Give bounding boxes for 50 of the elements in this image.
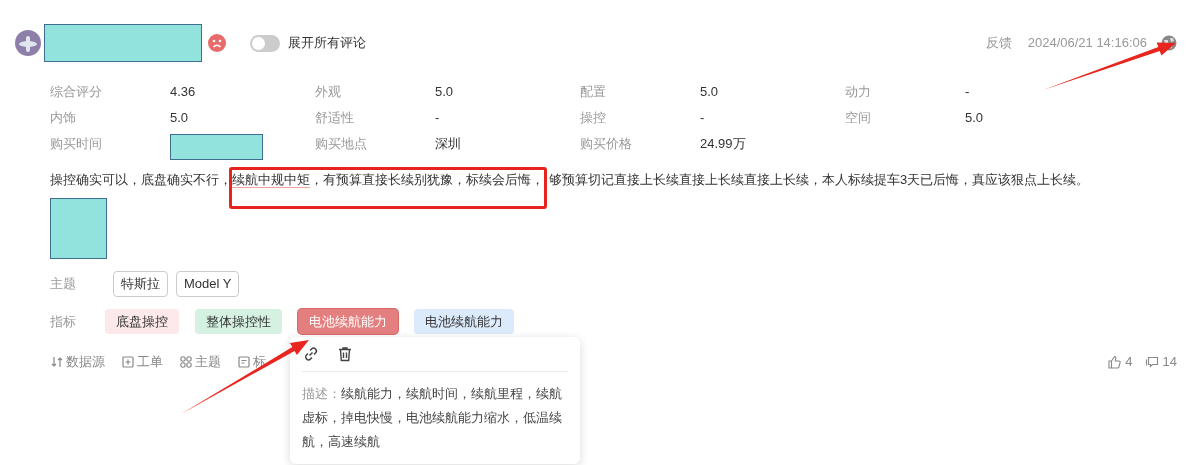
topic-tag[interactable]: Model Y bbox=[176, 271, 240, 297]
stat-label: 外观 bbox=[315, 83, 342, 101]
avatar-icon bbox=[15, 30, 41, 56]
trash-icon[interactable] bbox=[336, 345, 354, 363]
data-source-icon[interactable] bbox=[50, 354, 64, 369]
comment-icon[interactable] bbox=[1144, 354, 1159, 369]
row-label: 主题 bbox=[50, 275, 77, 293]
action-link[interactable]: 数据源 bbox=[66, 352, 105, 372]
thumbs-up-icon[interactable] bbox=[1107, 354, 1122, 369]
timestamp: 2024/06/21 14:16:06 bbox=[1027, 34, 1147, 53]
action-link[interactable]: 主题 bbox=[195, 352, 221, 372]
stat-label: 操控 bbox=[580, 109, 607, 127]
row-label: 指标 bbox=[50, 312, 77, 331]
like-count: 4 bbox=[1125, 353, 1133, 371]
sad-face-icon bbox=[208, 34, 226, 52]
stat-label: 空间 bbox=[845, 109, 872, 127]
stat-label: 舒适性 bbox=[315, 109, 355, 127]
stat-label: 购买价格 bbox=[580, 135, 633, 153]
stat-value: 5.0 bbox=[965, 109, 985, 127]
note-icon[interactable] bbox=[237, 354, 251, 369]
stat-label: 内饰 bbox=[50, 109, 77, 127]
indicator-tag[interactable]: 底盘操控 bbox=[105, 308, 179, 334]
action-link[interactable]: 工单 bbox=[137, 352, 163, 372]
stat-label: 配置 bbox=[580, 83, 607, 101]
toggle-label: 展开所有评论 bbox=[288, 34, 366, 53]
indicator-tag[interactable]: 整体操控性 bbox=[195, 308, 282, 334]
grid-icon[interactable] bbox=[179, 354, 193, 369]
stat-value: - bbox=[700, 109, 706, 127]
annotation-box: 续航中规中矩，有预算直接长续别犹豫，标续会后悔， bbox=[229, 167, 547, 209]
stat-value: 5.0 bbox=[435, 83, 455, 101]
stat-value: - bbox=[435, 109, 441, 127]
stat-label: 购买时间 bbox=[50, 135, 103, 153]
comment-count: 14 bbox=[1162, 353, 1177, 371]
indicator-tag[interactable]: 电池续航能力 bbox=[414, 308, 514, 334]
stat-value: 24.99万 bbox=[700, 135, 747, 153]
topic-tag[interactable]: 特斯拉 bbox=[113, 271, 168, 297]
toggle-switch[interactable] bbox=[250, 34, 280, 52]
indicator-tag[interactable]: 电池续航能力 bbox=[298, 308, 398, 334]
description-text: 描述：续航能力，续航时间，续航里程，续航虚标，掉电快慢，电池续航能力缩水，低温续航，高速续航 bbox=[302, 385, 563, 451]
stat-value: 5.0 bbox=[170, 109, 190, 127]
stat-value: - bbox=[965, 83, 971, 101]
plus-square-icon[interactable] bbox=[121, 354, 135, 369]
link-icon[interactable] bbox=[302, 345, 320, 363]
stat-label: 购买地点 bbox=[315, 135, 368, 153]
feedback-link[interactable]: 反馈 bbox=[985, 33, 1012, 53]
stat-label: 动力 bbox=[845, 83, 872, 101]
stat-value: 深圳 bbox=[435, 135, 462, 153]
stat-value: 4.36 bbox=[170, 83, 197, 101]
stat-value: 5.0 bbox=[700, 83, 720, 101]
stat-label: 综合评分 bbox=[50, 83, 103, 101]
